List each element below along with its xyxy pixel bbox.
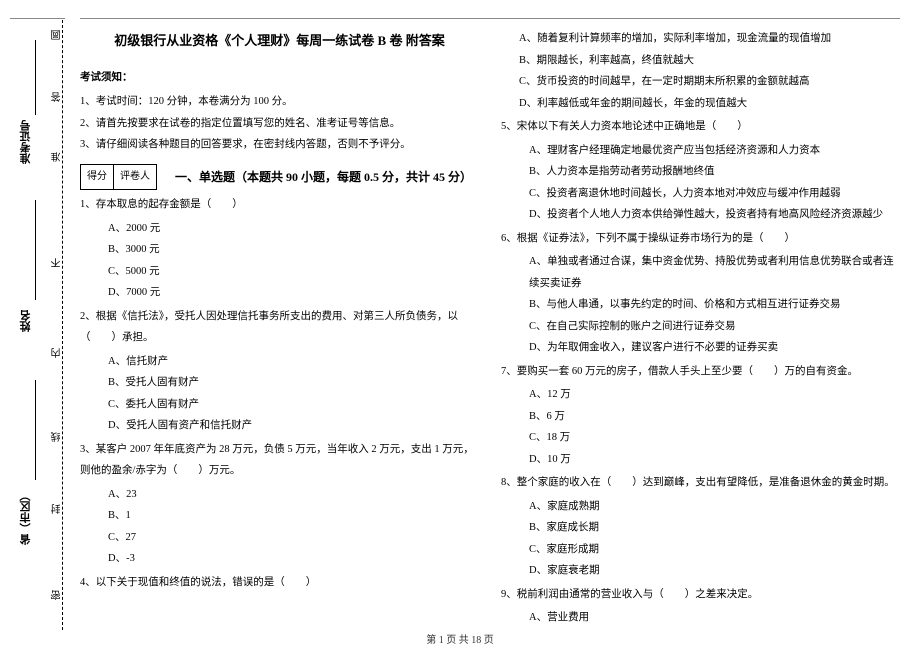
seal-marker: 密 — [50, 590, 65, 600]
option: D、7000 元 — [108, 282, 479, 304]
ticket-underline — [35, 40, 36, 115]
option: B、6 万 — [529, 406, 900, 428]
header-rule — [80, 18, 900, 19]
notice-heading: 考试须知： — [80, 67, 479, 89]
option: A、理财客户经理确定地最优资产应当包括经济资源和人力资本 — [529, 140, 900, 162]
option: A、信托财产 — [108, 351, 479, 373]
option: D、投资者个人地人力资本供给弹性越大，投资者持有地高风险经济资源越少 — [529, 204, 900, 226]
option: C、委托人固有财产 — [108, 394, 479, 416]
option: A、2000 元 — [108, 218, 479, 240]
notice-item: 3、请仔细阅读各种题目的回答要求，在密封线内答题，否则不予评分。 — [80, 134, 479, 156]
option: B、3000 元 — [108, 239, 479, 261]
ticket-label: 准考证号 — [18, 120, 34, 164]
option: D、-3 — [108, 548, 479, 570]
option: D、受托人固有资产和信托财产 — [108, 415, 479, 437]
option: B、人力资本是指劳动者劳动报酬地终值 — [529, 161, 900, 183]
option: B、受托人固有财产 — [108, 372, 479, 394]
question-stem: 3、某客户 2007 年年底资产为 28 万元，负债 5 万元，当年收入 2 万… — [80, 439, 479, 482]
question-stem: 9、税前利润由通常的营业收入与（ ）之差来决定。 — [501, 584, 900, 606]
seal-marker: 不 — [50, 258, 65, 268]
question-stem: 2、根据《信托法》，受托人因处理信托事务所支出的费用、对第三人所负债务，以（ ）… — [80, 306, 479, 349]
name-label: 姓名 — [18, 310, 34, 332]
option: A、营业费用 — [529, 607, 900, 629]
option: B、家庭成长期 — [529, 517, 900, 539]
seal-marker: 内 — [50, 348, 65, 358]
option: C、18 万 — [529, 427, 900, 449]
option: A、单独或者通过合谋，集中资金优势、持股优势或者利用信息优势联合或者连续买卖证券 — [529, 251, 900, 294]
option: B、与他人串通，以事先约定的时间、价格和方式相互进行证券交易 — [529, 294, 900, 316]
score-box: 得分 评卷人 一、单选题（本题共 90 小题，每题 0.5 分，共计 45 分） — [80, 164, 479, 191]
seal-marker: 线 — [50, 432, 65, 442]
seal-dashed-line — [62, 20, 63, 630]
option: C、5000 元 — [108, 261, 479, 283]
option: C、投资者离退休地时间越长，人力资本地对冲效应与缓冲作用越弱 — [529, 183, 900, 205]
question-stem: 6、根据《证券法》，下列不属于操纵证券市场行为的是（ ） — [501, 228, 900, 250]
name-underline — [35, 200, 36, 300]
exam-title: 初级银行从业资格《个人理财》每周一练试卷 B 卷 附答案 — [80, 28, 479, 55]
option: D、10 万 — [529, 449, 900, 471]
question-stem: 8、整个家庭的收入在（ ）达到巅峰，支出有望降低，是准备退休金的黄金时期。 — [501, 472, 900, 494]
grader-label: 评卷人 — [114, 164, 157, 191]
question-stem: 5、宋体以下有关人力资本地论述中正确地是（ ） — [501, 116, 900, 138]
option: C、27 — [108, 527, 479, 549]
option: A、家庭成熟期 — [529, 496, 900, 518]
option: C、货币投资的时间越早，在一定时期期末所积累的金额就越高 — [519, 71, 900, 93]
region-label: 省（市区） — [18, 490, 34, 545]
seal-marker: 圆 — [50, 30, 65, 40]
page-footer: 第 1 页 共 18 页 — [0, 631, 920, 646]
seal-marker: 封 — [50, 504, 65, 514]
seal-marker: 答 — [50, 92, 65, 102]
option: A、12 万 — [529, 384, 900, 406]
option: D、家庭衰老期 — [529, 560, 900, 582]
notice-item: 1、考试时间：120 分钟，本卷满分为 100 分。 — [80, 91, 479, 113]
exam-page: 圆 答 准 不 内 线 封 密 准考证号 姓名 省（市区） 初级银行从业资格《个… — [0, 0, 920, 650]
option: B、1 — [108, 505, 479, 527]
option: C、在自己实际控制的账户之间进行证券交易 — [529, 316, 900, 338]
question-stem: 4、以下关于现值和终值的说法，错误的是（ ） — [80, 572, 479, 594]
content-area: 初级银行从业资格《个人理财》每周一练试卷 B 卷 附答案 考试须知： 1、考试时… — [70, 0, 920, 650]
question-stem: 7、要购买一套 60 万元的房子，借款人手头上至少要（ ）万的自有资金。 — [501, 361, 900, 383]
option: A、随着复利计算频率的增加，实际利率增加，现金流量的现值增加 — [519, 28, 900, 50]
region-underline — [35, 380, 36, 480]
option: D、为年取佣金收入，建议客户进行不必要的证券买卖 — [529, 337, 900, 359]
seal-marker: 准 — [50, 152, 65, 162]
section-1-title: 一、单选题（本题共 90 小题，每题 0.5 分，共计 45 分） — [175, 165, 472, 190]
option: D、利率越低或年金的期间越长，年金的现值越大 — [519, 93, 900, 115]
right-column: A、随着复利计算频率的增加，实际利率增加，现金流量的现值增加 B、期限越长，利率… — [501, 28, 900, 640]
binding-gutter: 圆 答 准 不 内 线 封 密 准考证号 姓名 省（市区） — [0, 0, 70, 650]
left-column: 初级银行从业资格《个人理财》每周一练试卷 B 卷 附答案 考试须知： 1、考试时… — [80, 28, 479, 640]
score-label: 得分 — [80, 164, 114, 191]
option: C、家庭形成期 — [529, 539, 900, 561]
option: A、23 — [108, 484, 479, 506]
question-stem: 1、存本取息的起存金额是（ ） — [80, 194, 479, 216]
option: B、期限越长，利率越高，终值就越大 — [519, 50, 900, 72]
notice-item: 2、请首先按要求在试卷的指定位置填写您的姓名、准考证号等信息。 — [80, 113, 479, 135]
